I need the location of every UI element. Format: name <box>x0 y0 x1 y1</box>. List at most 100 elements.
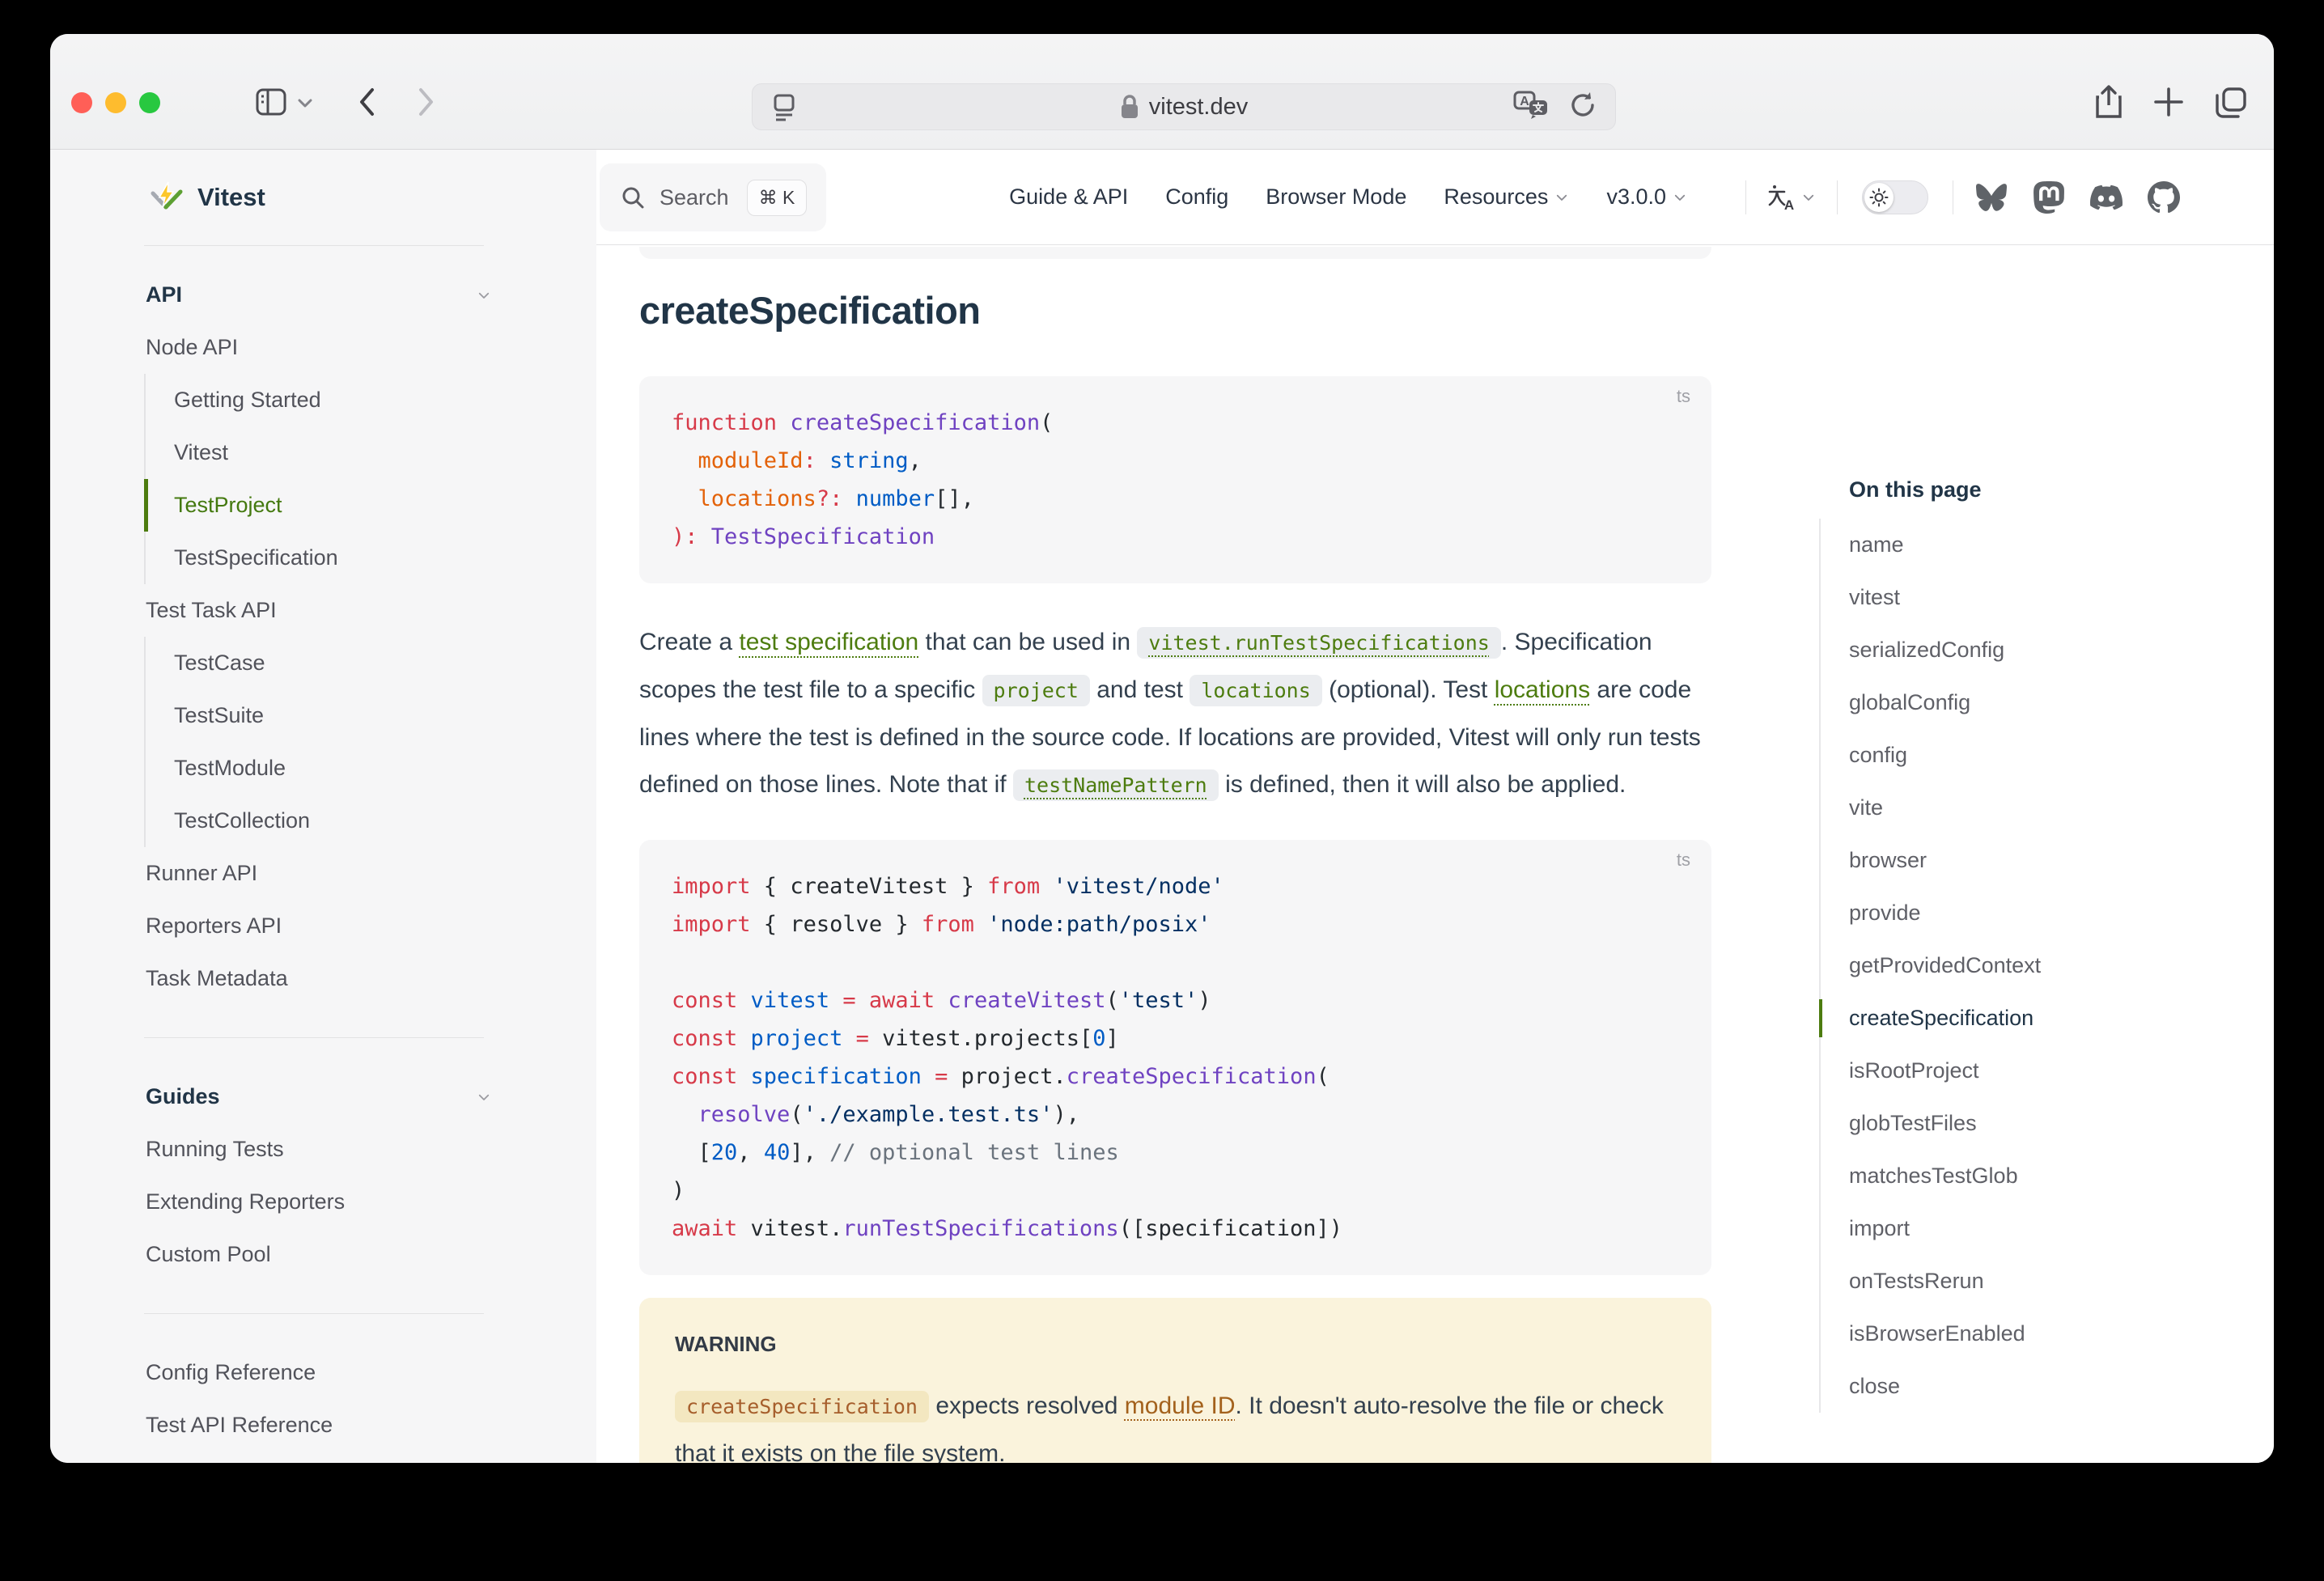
doc-link[interactable]: module ID <box>1125 1392 1236 1419</box>
sidebar-item-testspecification[interactable]: TestSpecification <box>144 532 596 584</box>
theme-toggle[interactable] <box>1862 180 1928 214</box>
maximize-window-button[interactable] <box>139 92 160 113</box>
sun-icon <box>1869 188 1889 207</box>
toc-item-ontestsrerun[interactable]: onTestsRerun <box>1821 1255 2224 1308</box>
lock-icon <box>1120 94 1139 120</box>
code-block-2: ts import { createVitest } from 'vitest/… <box>639 840 1711 1275</box>
doc-link[interactable]: testNamePattern <box>1013 769 1219 801</box>
toc-item-isrootproject[interactable]: isRootProject <box>1821 1045 2224 1097</box>
sidebar-item-node-api[interactable]: Node API <box>50 321 596 374</box>
back-button[interactable] <box>356 86 377 118</box>
chevron-down-icon <box>477 1090 491 1104</box>
toc-item-name[interactable]: name <box>1821 519 2224 571</box>
translate-icon[interactable]: A <box>1513 89 1550 125</box>
toc-item-vite[interactable]: vite <box>1821 782 2224 834</box>
toc-item-config[interactable]: config <box>1821 729 2224 782</box>
language-menu-button[interactable]: A <box>1767 183 1816 212</box>
chevron-down-icon <box>1673 190 1687 205</box>
sidebar-item-task-metadata[interactable]: Task Metadata <box>50 952 596 1005</box>
nav-resources[interactable]: Resources <box>1444 184 1569 210</box>
toc-item-getprovidedcontext[interactable]: getProvidedContext <box>1821 939 2224 992</box>
sidebar-item-getting-started[interactable]: Getting Started <box>144 374 596 426</box>
sidebar-item-running-tests[interactable]: Running Tests <box>50 1123 596 1176</box>
nav-links: Guide & API Config Browser Mode Resources v3… <box>1009 184 1724 210</box>
sidebar-item-testproject[interactable]: TestProject <box>144 479 596 532</box>
new-tab-icon[interactable] <box>2151 84 2186 120</box>
warning-callout: WARNING createSpecification expects reso… <box>639 1298 1711 1463</box>
sidebar-divider <box>144 1037 484 1038</box>
toc-item-globtestfiles[interactable]: globTestFiles <box>1821 1097 2224 1150</box>
brand-name: Vitest <box>197 183 265 212</box>
toc-item-provide[interactable]: provide <box>1821 887 2224 939</box>
toc-item-browser[interactable]: browser <box>1821 834 2224 887</box>
minimize-window-button[interactable] <box>105 92 126 113</box>
github-icon[interactable] <box>2148 181 2180 214</box>
sidebar-item-testsuite[interactable]: TestSuite <box>144 689 596 742</box>
warning-body: createSpecification expects resolved mod… <box>675 1383 1676 1463</box>
nav-guide-api[interactable]: Guide & API <box>1009 184 1128 210</box>
svg-text:A: A <box>1520 95 1529 108</box>
previous-code-block-partial <box>639 247 1711 259</box>
text-run: is defined, then it will also be applied… <box>1219 771 1626 798</box>
sidebar-item-config-reference[interactable]: Config Reference <box>50 1346 596 1399</box>
search-button[interactable]: Search ⌘ K <box>600 163 826 231</box>
navbar-divider <box>1745 180 1746 214</box>
mastodon-icon[interactable] <box>2033 181 2065 214</box>
doc-link[interactable]: vitest.runTestSpecifications <box>1137 627 1500 659</box>
sidebar-item-test-api-reference[interactable]: Test API Reference <box>50 1399 596 1452</box>
page-title: createSpecification <box>639 288 1711 333</box>
on-this-page: On this page namevitestserializedConfigg… <box>1819 465 2224 1413</box>
intro-paragraph: Create a test specification that can be … <box>639 619 1711 809</box>
doc-article: createSpecification ts function createSp… <box>639 247 1711 1463</box>
sidebar-item-guides[interactable]: Guides <box>50 1070 596 1123</box>
toc-item-import[interactable]: import <box>1821 1202 2224 1255</box>
reload-icon[interactable] <box>1568 91 1597 124</box>
toc-item-vitest[interactable]: vitest <box>1821 571 2224 624</box>
search-shortcut: ⌘ K <box>747 180 808 216</box>
sidebar-item-testmodule[interactable]: TestModule <box>144 742 596 795</box>
sidebar-toggle-icon[interactable] <box>255 87 287 117</box>
sidebar-item-api[interactable]: API <box>50 269 596 321</box>
forward-button[interactable] <box>416 86 437 118</box>
sidebar-item-testcase[interactable]: TestCase <box>144 637 596 689</box>
toc-item-isbrowserenabled[interactable]: isBrowserEnabled <box>1821 1308 2224 1360</box>
code-block-1-code: function createSpecification( moduleId: … <box>672 404 1679 556</box>
nav-browser-mode[interactable]: Browser Mode <box>1266 184 1406 210</box>
sidebar-item-test-task-api[interactable]: Test Task API <box>50 584 596 637</box>
tab-overview-icon[interactable] <box>2212 84 2250 121</box>
nav-config[interactable]: Config <box>1165 184 1228 210</box>
site-navbar: Search ⌘ K Guide & API Config Browser Mode… <box>596 150 2274 245</box>
toc-item-serializedconfig[interactable]: serializedConfig <box>1821 624 2224 676</box>
toc-item-matchestestglob[interactable]: matchesTestGlob <box>1821 1150 2224 1202</box>
sidebar-item-custom-pool[interactable]: Custom Pool <box>50 1228 596 1281</box>
toc-item-globalconfig[interactable]: globalConfig <box>1821 676 2224 729</box>
sidebar-item-vitest[interactable]: Vitest <box>144 426 596 479</box>
text-run: Create a <box>639 629 739 655</box>
brand[interactable]: Vitest <box>50 150 596 245</box>
sidebar-chevron-icon[interactable] <box>297 97 313 108</box>
toc-item-close[interactable]: close <box>1821 1360 2224 1413</box>
svg-text:A: A <box>1784 197 1794 212</box>
close-window-button[interactable] <box>71 92 92 113</box>
address-bar[interactable]: vitest.dev A <box>752 83 1616 130</box>
sidebar-item-reporters-api[interactable]: Reporters API <box>50 900 596 952</box>
toc-item-createspecification[interactable]: createSpecification <box>1821 992 2224 1045</box>
share-icon[interactable] <box>2090 84 2123 121</box>
bluesky-icon[interactable] <box>1974 182 2008 213</box>
sidebar-item-testcollection[interactable]: TestCollection <box>144 795 596 847</box>
nav-v3-0-0[interactable]: v3.0.0 <box>1606 184 1687 210</box>
code-block-1: ts function createSpecification( moduleI… <box>639 376 1711 583</box>
desktop-background: { "browser": { "domain": "vitest.dev" },… <box>0 0 2324 1581</box>
toc-title: On this page <box>1819 465 2224 519</box>
safari-window: vitest.dev A <box>50 34 2274 1463</box>
sidebar-item-runner-api[interactable]: Runner API <box>50 847 596 900</box>
doc-link[interactable]: test specification <box>739 629 918 655</box>
doc-link[interactable]: locations <box>1495 676 1590 703</box>
code-block-2-code: import { createVitest } from 'vitest/nod… <box>672 867 1679 1248</box>
sidebar: Vitest APINode APIGetting StartedVitestT… <box>50 150 596 1463</box>
sidebar-item-extending-reporters[interactable]: Extending Reporters <box>50 1176 596 1228</box>
inline-code: project <box>982 675 1090 706</box>
page-content: Search ⌘ K Guide & API Config Browser Mode… <box>596 150 2274 1463</box>
browser-toolbar: vitest.dev A <box>50 34 2274 150</box>
discord-icon[interactable] <box>2089 181 2123 214</box>
